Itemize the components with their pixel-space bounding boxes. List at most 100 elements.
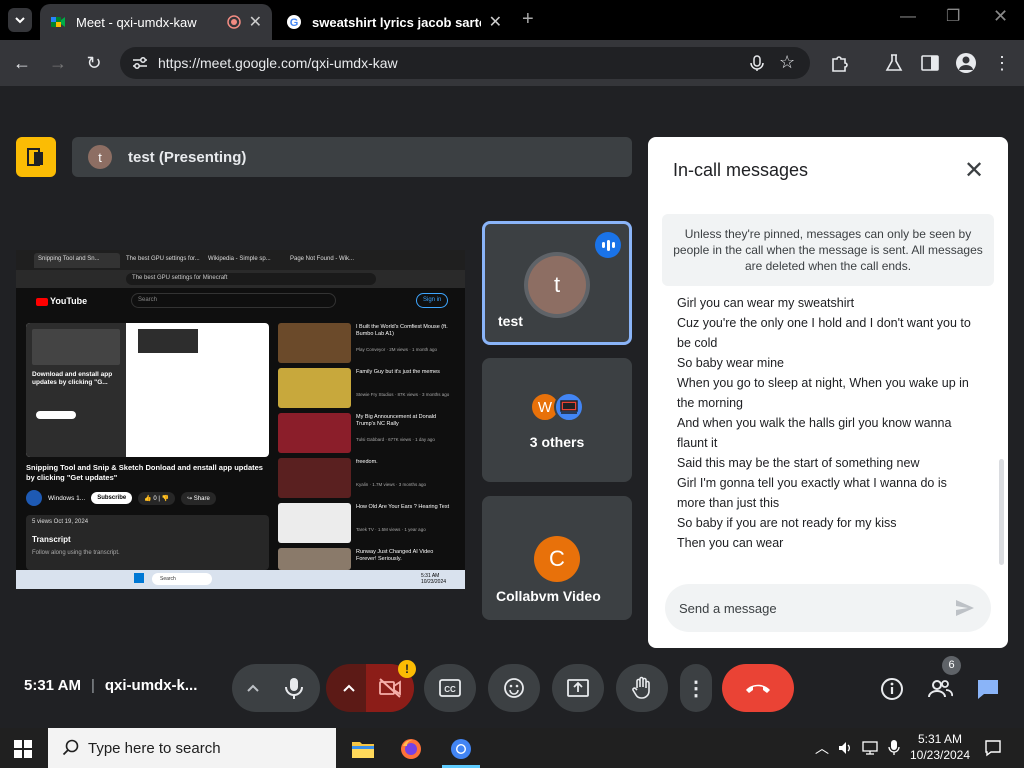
message-list: Girl you can wear my sweatshirt Cuz you'… <box>677 293 977 553</box>
chrome-icon[interactable] <box>446 734 476 764</box>
close-window-button[interactable]: ✕ <box>993 6 1008 27</box>
participant-tile-collabvm[interactable]: C Collabvm Video <box>482 496 632 620</box>
chevron-up-icon[interactable] <box>342 682 356 694</box>
tab-lyrics[interactable]: G sweatshirt lyrics jacob sartorius ✕ <box>276 4 512 40</box>
tab-meet[interactable]: Meet - qxi-umdx-kaw ✕ <box>40 4 272 40</box>
new-tab-button[interactable]: + <box>522 8 534 31</box>
message: Then you can wear <box>677 536 784 550</box>
address-bar[interactable]: https://meet.google.com/qxi-umdx-kaw ☆ <box>120 47 810 79</box>
shared-browser-tabs: Snipping Tool and Sn... The best GPU set… <box>16 250 465 270</box>
emoji-icon <box>504 678 524 698</box>
separator: | <box>90 677 95 694</box>
message-input[interactable] <box>665 584 991 632</box>
subscribe-button: Subscribe <box>91 492 133 504</box>
people-icon[interactable] <box>927 676 953 702</box>
close-panel-icon[interactable]: ✕ <box>961 158 987 184</box>
microphone-icon[interactable] <box>283 676 305 700</box>
url-text: https://meet.google.com/qxi-umdx-kaw <box>158 55 398 71</box>
reactions-button[interactable] <box>488 664 540 712</box>
site-info-icon[interactable] <box>132 56 148 70</box>
taskbar-clock[interactable]: 5:31 AM 10/23/2024 <box>905 731 975 763</box>
message: Girl I'm gonna tell you exactly what I w… <box>677 476 947 510</box>
send-icon[interactable] <box>953 596 977 620</box>
chevron-up-icon[interactable] <box>246 682 260 694</box>
microphone-permission-icon[interactable] <box>748 54 766 72</box>
participant-avatar: t <box>528 256 586 314</box>
shared-tab: Page Not Found - Wik... <box>290 256 355 262</box>
shared-tab: Snipping Tool and Sn... <box>34 253 120 268</box>
windows-start-icon[interactable] <box>14 740 32 758</box>
profile-avatar-icon[interactable] <box>955 52 977 74</box>
shared-start-icon <box>134 573 144 583</box>
participant-avatar-ring: t <box>524 252 590 318</box>
participant-tile-others[interactable]: W 3 others <box>482 358 632 482</box>
channel-name: Windows 1... <box>48 494 86 502</box>
present-now-button[interactable] <box>552 664 604 712</box>
windows-taskbar: Type here to search ︿ 5:31 AM 10/23/2024 <box>0 728 1024 768</box>
recommendation: Family Guy but it's just the memes Stewie… <box>278 368 458 408</box>
raise-hand-button[interactable] <box>616 664 668 712</box>
presenting-banner: t test (Presenting) <box>72 137 632 177</box>
transcript-sub: Follow along using the transcript. <box>32 550 120 556</box>
shared-taskbar-search: Search <box>152 573 212 585</box>
close-tab-icon[interactable]: ✕ <box>489 12 502 32</box>
chevron-down-icon <box>15 17 25 24</box>
captions-icon: CC <box>439 679 461 697</box>
bookmark-star-icon[interactable]: ☆ <box>779 52 795 73</box>
minimize-button[interactable]: — <box>900 8 916 26</box>
message: And when you walk the halls girl you kno… <box>677 416 952 450</box>
browser-toolbar: ← → ↻ https://meet.google.com/qxi-umdx-k… <box>0 40 1024 86</box>
mic-tray-icon[interactable] <box>888 739 900 757</box>
chat-icon[interactable] <box>975 676 1001 702</box>
firefox-icon[interactable] <box>396 734 426 764</box>
present-screen-icon <box>27 148 43 166</box>
meeting-info-icon[interactable] <box>879 676 905 702</box>
tab-search-menu-button[interactable] <box>8 8 32 32</box>
more-options-button[interactable]: ⋮ <box>680 664 712 712</box>
shared-url-bar: The best GPU settings for Minecraft <box>16 270 465 288</box>
people-count-badge: 6 <box>942 656 961 675</box>
volume-icon[interactable] <box>838 740 854 756</box>
participant-name: Collabvm Video <box>496 588 601 604</box>
more-vert-icon: ⋮ <box>686 677 706 700</box>
message: So baby if you are not ready for my kiss <box>677 516 897 530</box>
recommendation: I Built the World's Comfiest Mouse (ft. … <box>278 323 458 363</box>
back-icon[interactable]: ← <box>10 51 34 75</box>
forward-icon[interactable]: → <box>46 51 70 75</box>
leave-call-button[interactable] <box>722 664 794 712</box>
message: So baby wear mine <box>677 356 785 370</box>
side-panel-icon[interactable] <box>920 53 940 73</box>
close-tab-icon[interactable]: ✕ <box>249 12 262 32</box>
participant-tile-test[interactable]: t test <box>482 221 632 345</box>
notifications-icon[interactable] <box>984 739 1002 757</box>
computer-avatar-icon <box>554 392 584 422</box>
video-inner-text: Download and enstall app updates by clic… <box>32 371 113 387</box>
labs-flask-icon[interactable] <box>884 53 904 73</box>
video-title: Snipping Tool and Snip & Sketch Donload … <box>26 463 263 483</box>
tray-chevron-icon[interactable]: ︿ <box>815 738 829 758</box>
file-explorer-icon[interactable] <box>348 734 378 764</box>
youtube-search: Search <box>131 293 336 308</box>
chat-scrollbar[interactable] <box>999 459 1004 565</box>
tab-title: sweatshirt lyrics jacob sartorius <box>312 14 481 30</box>
description-box: 5 views Oct 19, 2024 Transcript Follow a… <box>26 515 269 570</box>
captions-button[interactable]: CC <box>424 664 476 712</box>
message: When you go to sleep at night, When you … <box>677 376 969 410</box>
more-menu-icon[interactable]: ⋮ <box>990 51 1014 75</box>
channel-avatar <box>26 490 42 506</box>
meeting-details: 5:31 AM | qxi-umdx-k... <box>24 677 197 694</box>
presenting-label: test (Presenting) <box>128 148 247 166</box>
taskbar-search-box[interactable]: Type here to search <box>48 728 336 768</box>
svg-text:G: G <box>290 17 299 29</box>
network-icon[interactable] <box>862 740 880 756</box>
desc-meta: 5 views Oct 19, 2024 <box>32 519 89 525</box>
participant-name: test <box>498 313 523 329</box>
extensions-icon[interactable] <box>830 53 850 73</box>
restore-button[interactable]: ❐ <box>946 6 960 26</box>
svg-text:CC: CC <box>444 685 456 694</box>
chat-notice: Unless they're pinned, messages can only… <box>662 214 994 286</box>
share-button: ↪ Share <box>181 491 216 505</box>
reload-icon[interactable]: ↻ <box>82 51 106 75</box>
bookmark-bar-spacer <box>0 86 1024 120</box>
presenting-badge[interactable] <box>16 137 56 177</box>
